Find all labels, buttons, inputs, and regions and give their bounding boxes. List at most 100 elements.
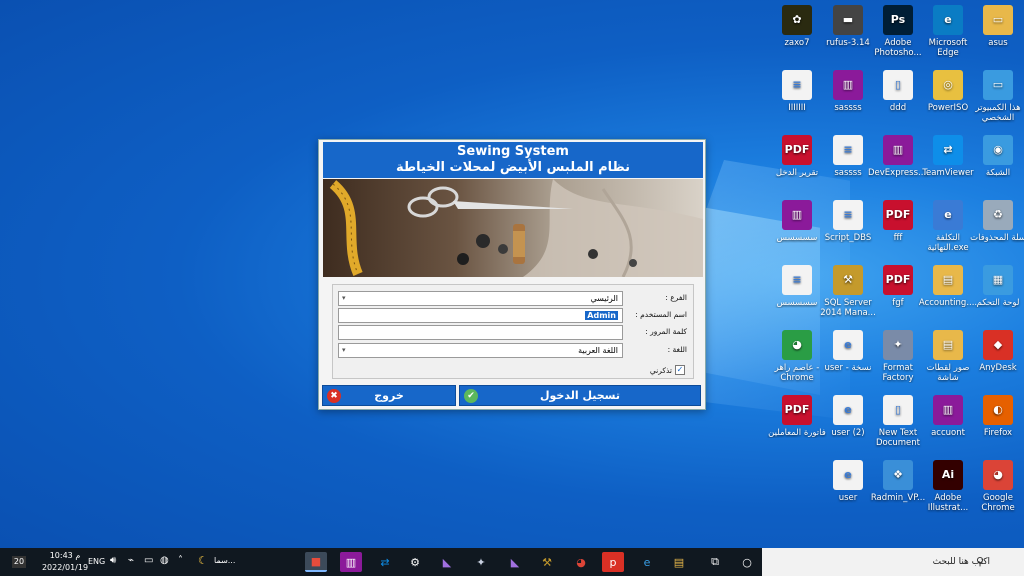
taskbar-edge[interactable]: e: [636, 552, 658, 572]
language-row: ▾ اللغة العربية اللغة :: [333, 343, 693, 359]
notification-count[interactable]: 20: [12, 556, 26, 568]
taskbar-search-box[interactable]: ⚲ اكتب هنا للبحث: [762, 548, 1024, 576]
asus-icon: ▭: [983, 5, 1013, 35]
chevron-down-icon: ▾: [342, 346, 346, 354]
login-form: ▾ الرئيسي الفرع : Admin اسم المستخدم : ك…: [332, 284, 694, 379]
branch-select[interactable]: ▾ الرئيسي: [338, 291, 623, 306]
desktop-icon-chrome[interactable]: ◕ Google Chrome: [968, 460, 1024, 513]
dialog-header: Sewing System نظام الملبس الأبيض لمحلات …: [323, 142, 703, 178]
globe-icon[interactable]: ◍: [160, 555, 169, 566]
taskbar-winrar[interactable]: ▥: [340, 552, 362, 572]
taskbar-visualstudio[interactable]: ◣: [436, 552, 458, 572]
rar-arabic1-icon: ▥: [782, 200, 812, 230]
desktop-icon-label: الشبكة: [985, 168, 1011, 178]
fff-icon: PDF: [883, 200, 913, 230]
anydesk-icon: ◆: [983, 330, 1013, 360]
desktop-icon-firefox[interactable]: ◐ Firefox: [968, 395, 1024, 438]
IIIIIII-icon: ≡: [782, 70, 812, 100]
search-icon: ⚲: [975, 555, 984, 568]
chrome-icon: ◕: [576, 555, 586, 569]
network-icon[interactable]: ⌁: [128, 555, 134, 566]
taskbar-taskview[interactable]: ⧉: [704, 552, 726, 572]
desktop-icon-recycle[interactable]: ♻ سلة المحذوفات: [968, 200, 1024, 243]
desktop-icon-label: asus: [988, 38, 1008, 48]
login-button-label: تسجيل الدخول: [539, 389, 620, 402]
desktop-icon-anydesk[interactable]: ◆ AnyDesk: [968, 330, 1024, 373]
branch-value: الرئيسي: [590, 294, 618, 303]
dialog-title-ar: نظام الملبس الأبيض لمحلات الخياطة: [395, 160, 631, 175]
fgf-icon: PDF: [883, 265, 913, 295]
taskbar-explorer[interactable]: ▤: [668, 552, 690, 572]
final-cost-icon: e: [933, 200, 963, 230]
desktop-icon-thispc[interactable]: ▭ هذا الكمبيوتر الشخصي: [968, 70, 1024, 123]
network-icon: ◉: [983, 135, 1013, 165]
password-input[interactable]: [338, 325, 623, 340]
accounting-icon: ▤: [933, 265, 963, 295]
desktop-icon-label: Google Chrome: [981, 493, 1015, 513]
taskbar-chrome[interactable]: ◕: [570, 552, 592, 572]
task-view-icon: ⧉: [711, 555, 719, 568]
taskbar: 20 10:43 م 2022/01/19 ENG 🔊︎ ⌁ ▭ ◍ ˄ ☾ س…: [0, 548, 1024, 576]
language-select[interactable]: ▾ اللغة العربية: [338, 343, 623, 358]
visual-studio-icon: ◣: [510, 555, 520, 569]
remember-label: تذكرني: [649, 365, 672, 375]
desktop-icon-controlpanel[interactable]: ▦ لوحة التحكم: [968, 265, 1024, 308]
winrar-icon: ▥: [345, 555, 357, 569]
taskbar-app-sewing[interactable]: ■: [305, 552, 327, 572]
clock-time[interactable]: 10:43 م: [40, 551, 90, 560]
desktop-icon-network[interactable]: ◉ الشبكة: [968, 135, 1024, 178]
zaxo7-icon: ✿: [782, 5, 812, 35]
teamviewer-icon: ⇄: [380, 555, 390, 569]
username-input[interactable]: Admin: [338, 308, 623, 323]
taskbar-teamviewer[interactable]: ⇄: [374, 552, 396, 572]
sewing-banner-image: [323, 179, 703, 277]
desktop-icon-label: AnyDesk: [979, 363, 1017, 373]
login-button[interactable]: ✔ تسجيل الدخول: [459, 385, 701, 406]
battery-icon[interactable]: ▭: [144, 555, 153, 566]
pdf-income-icon: PDF: [782, 135, 812, 165]
check-icon: ✔: [464, 389, 478, 403]
controlpanel-icon: ▦: [983, 265, 1013, 295]
taskbar-visualstudio2[interactable]: ◣: [504, 552, 526, 572]
remember-me: ✓ تذكرني: [650, 365, 685, 375]
pdf-invoice-icon: PDF: [782, 395, 812, 425]
weather-text[interactable]: سما...: [214, 556, 235, 565]
username-value: Admin: [585, 311, 618, 320]
devexpress-icon: ▥: [883, 135, 913, 165]
script-dbs-icon: ≡: [833, 200, 863, 230]
password-row: كلمة المرور :: [333, 325, 693, 341]
chevron-up-icon[interactable]: ˄: [178, 555, 183, 566]
remember-checkbox[interactable]: ✓: [675, 365, 685, 375]
sassss1-icon: ▥: [833, 70, 863, 100]
language-indicator[interactable]: ENG: [88, 557, 105, 566]
chrome-asem-icon: ◕: [782, 330, 812, 360]
edge-icon: e: [643, 555, 651, 569]
speaker-icon[interactable]: 🔊︎: [110, 555, 116, 566]
taskbar-sqlserver[interactable]: ⚒: [536, 552, 558, 572]
taskbar-settings[interactable]: ⚙: [404, 552, 426, 572]
taskbar-anydesk[interactable]: p: [602, 552, 624, 572]
format-factory-icon: ✦: [883, 330, 913, 360]
teamviewer-icon: ⇄: [933, 135, 963, 165]
folder-icon: ▤: [673, 555, 685, 569]
screenshots-icon: ▤: [933, 330, 963, 360]
poweriso-icon: ◎: [933, 70, 963, 100]
chevron-down-icon: ▾: [342, 294, 346, 302]
dialog-title-en: Sewing System: [457, 144, 569, 159]
taskbar-formatfactory[interactable]: ✦: [470, 552, 492, 572]
language-value: اللغة العربية: [578, 346, 618, 355]
taskbar-cortana[interactable]: ○: [736, 552, 758, 572]
recycle-icon: ♻: [983, 200, 1013, 230]
desktop-icon-label: Firefox: [983, 428, 1013, 438]
desktop-icon-asus[interactable]: ▭ asus: [968, 5, 1024, 48]
firefox-icon: ◐: [983, 395, 1013, 425]
close-icon: ✖: [327, 389, 341, 403]
sassss2-icon: ≡: [833, 135, 863, 165]
user2-icon: e: [833, 395, 863, 425]
chrome-icon: ◕: [983, 460, 1013, 490]
exit-button[interactable]: ✖ خروج: [322, 385, 456, 406]
ddd-icon: ▯: [883, 70, 913, 100]
sql-server-icon: ⚒: [542, 555, 552, 569]
desktop-icon-label: هذا الكمبيوتر الشخصي: [975, 103, 1021, 123]
clock-date[interactable]: 2022/01/19: [40, 563, 90, 572]
